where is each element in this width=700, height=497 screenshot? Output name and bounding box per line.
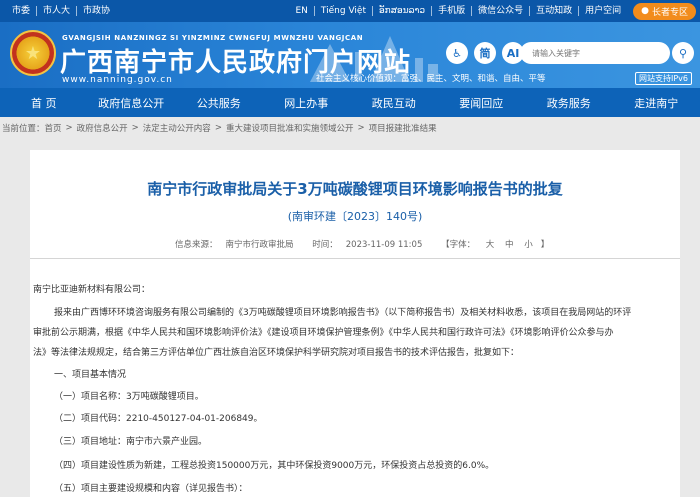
addressee: 南宁比亚迪新材料有限公司： <box>33 285 151 295</box>
link-npc[interactable]: 市人大 <box>37 6 78 16</box>
nav-response[interactable]: 要闻回应 <box>438 88 526 117</box>
simplified-chinese-button[interactable]: 简 <box>474 42 496 64</box>
list-item: （四）项目建设性质为新建，工程总投资150000万元，其中环保投资9000万元，… <box>54 461 495 471</box>
search-icon[interactable]: ⚲ <box>672 42 694 64</box>
nav-interaction[interactable]: 政民互动 <box>350 88 438 117</box>
site-url: www.nanning.gov.cn <box>62 75 173 85</box>
header-tools: ♿ 简 AI <box>446 42 530 64</box>
nav-gov-service[interactable]: 政务服务 <box>525 88 613 117</box>
main-nav: 首 页 政府信息公开 公共服务 网上办事 政民互动 要闻回应 政务服务 走进南宁 <box>0 88 700 117</box>
time-value: 2023-11-09 11:05 <box>345 240 423 250</box>
paragraph-line: 法》等法律法规规定，结合第三方评估单位广西壮族自治区环境保护科学研究院对项目报告… <box>33 348 520 358</box>
article-content: 南宁市行政审批局关于3万吨碳酸锂项目环境影响报告书的批复 (南审环建〔2023〕… <box>30 150 680 497</box>
font-medium-button[interactable]: 中 <box>505 240 514 250</box>
nav-home[interactable]: 首 页 <box>0 88 88 117</box>
link-vietnamese[interactable]: Tiếng Việt <box>315 6 373 16</box>
core-values-slogan: 社会主义核心价值观：富强、民主、文明、和谐、自由、平等 <box>316 74 546 84</box>
top-right-links: EN Tiếng Việt ອັກສອນລາວ 手机版 微信公众号 互动知政 用… <box>290 0 696 22</box>
document-number: (南审环建〔2023〕140号) <box>287 210 423 223</box>
link-wechat[interactable]: 微信公众号 <box>472 6 531 16</box>
time-label: 时间： <box>312 240 338 250</box>
elder-mode-button[interactable]: ● 长者专区 <box>633 2 696 20</box>
font-size-label: 【字体： <box>441 240 476 250</box>
link-english[interactable]: EN <box>290 6 315 16</box>
list-item: （三）项目地址：南宁市六景产业园。 <box>54 437 208 447</box>
breadcrumb-item[interactable]: 项目报建批准结果 <box>369 122 437 134</box>
paragraph-line: 审批前公示期满，根据《中华人民共和国环境影响评价法》《建设项目环境保护管理条例》… <box>33 328 614 338</box>
divider <box>30 258 680 259</box>
nav-about-nanning[interactable]: 走进南宁 <box>613 88 700 117</box>
link-party-committee[interactable]: 市委 <box>6 6 38 16</box>
site-header: ★ GVANGJSIH NANZNINGZ SI YINZMINZ CWNGFU… <box>0 22 700 88</box>
list-item: （五）项目主要建设规模和内容（详见报告书）： <box>54 484 248 494</box>
font-small-button[interactable]: 小 <box>524 240 533 250</box>
font-large-button[interactable]: 大 <box>486 240 495 250</box>
national-emblem-icon: ★ <box>10 30 56 76</box>
source-value: 南宁市行政审批局 <box>225 240 294 250</box>
breadcrumb-item[interactable]: 重大建设项目批准和实施领域公开 <box>226 122 354 134</box>
breadcrumb-label: 当前位置： <box>2 124 45 134</box>
breadcrumb-item[interactable]: 法定主动公开内容 <box>143 122 211 134</box>
elder-mode-label: 长者专区 <box>651 7 688 18</box>
list-item: （一）项目名称：3万吨碳酸锂项目。 <box>54 392 204 402</box>
ipv6-badge: 网站支持IPv6 <box>634 72 692 85</box>
breadcrumb-item[interactable]: 政府信息公开 <box>77 122 128 134</box>
link-cppcc[interactable]: 市政协 <box>77 6 116 16</box>
search-input[interactable]: 请输入关键字 ⚲ <box>520 42 694 64</box>
nav-online-service[interactable]: 网上办事 <box>263 88 351 117</box>
elder-icon: ● <box>641 6 649 16</box>
wheelchair-icon[interactable]: ♿ <box>446 42 468 64</box>
paragraph-line: 报来由广西博环环境咨询服务有限公司编制的《3万吨碳酸锂项目环境影响报告书》（以下… <box>54 308 632 318</box>
article-meta: 信息来源： 南宁市行政审批局 时间： 2023-11-09 11:05 【字体： 大… <box>175 238 565 250</box>
font-size-close: 】 <box>540 240 550 250</box>
link-mobile[interactable]: 手机版 <box>432 6 473 16</box>
breadcrumb-item[interactable]: 首页 <box>45 122 62 134</box>
link-interaction[interactable]: 互动知政 <box>530 6 580 16</box>
nav-public-service[interactable]: 公共服务 <box>175 88 263 117</box>
top-links: 市委 市人大 市政协 <box>6 0 116 22</box>
source-label: 信息来源： <box>175 240 218 250</box>
article-title: 南宁市行政审批局关于3万吨碳酸锂项目环境影响报告书的批复 <box>147 180 563 198</box>
list-item: （二）项目代码：2210-450127-04-01-206849。 <box>54 414 263 424</box>
nav-info-disclosure[interactable]: 政府信息公开 <box>88 88 176 117</box>
search-placeholder: 请输入关键字 <box>532 48 580 58</box>
section-heading: 一、项目基本情况 <box>54 370 127 380</box>
breadcrumb: 当前位置： 首页 > 政府信息公开 > 法定主动公开内容 > 重大建设项目批准和… <box>2 122 437 134</box>
link-user-space[interactable]: 用户空间 <box>579 6 627 16</box>
top-bar: 市委 市人大 市政协 EN Tiếng Việt ອັກສອນລາວ 手机版 微… <box>0 0 700 22</box>
link-thai[interactable]: ອັກສອນລາວ <box>373 6 433 16</box>
